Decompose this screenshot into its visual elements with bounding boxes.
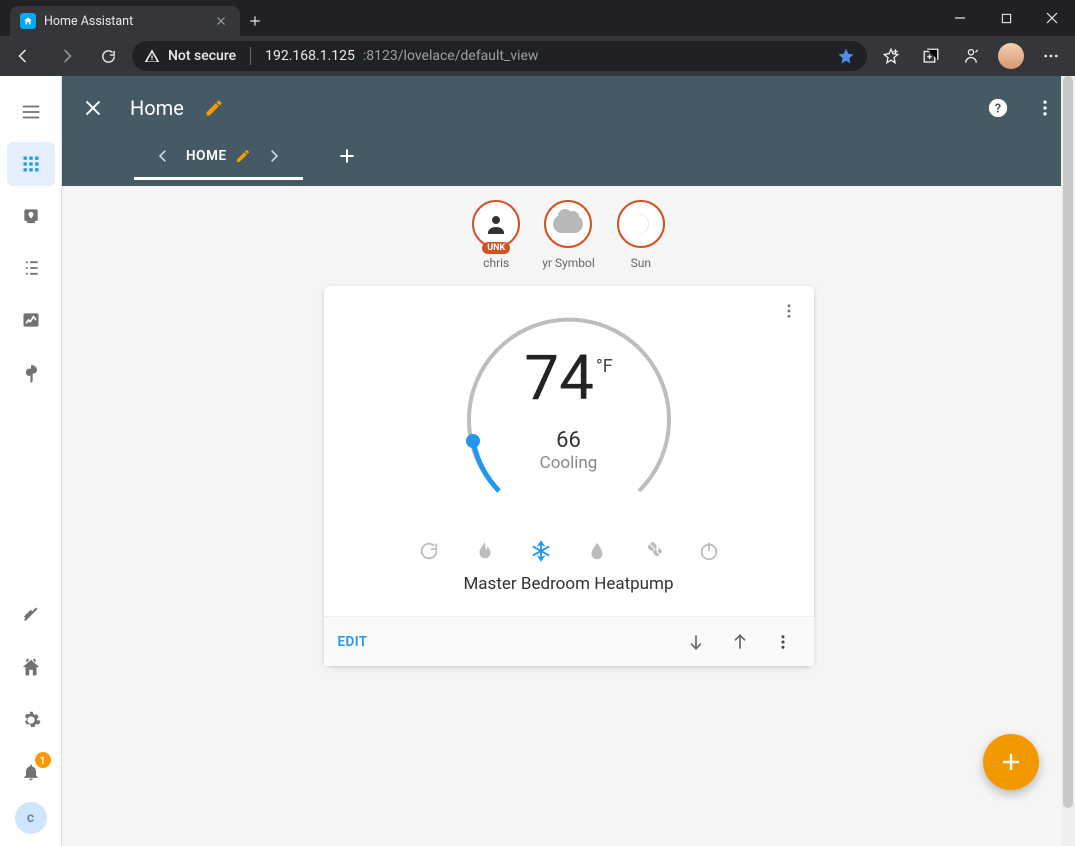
mode-dry-button[interactable]	[582, 536, 612, 566]
browser-refresh-button[interactable]	[90, 40, 126, 72]
appbar-menu-button[interactable]	[1027, 89, 1063, 127]
card-overflow-button[interactable]	[766, 625, 800, 659]
browser-back-button[interactable]	[6, 40, 42, 72]
sidebar-item-logbook[interactable]	[7, 246, 55, 290]
browser-forward-button[interactable]	[48, 40, 84, 72]
mode-cool-button[interactable]	[526, 536, 556, 566]
page-title: Home	[130, 96, 184, 120]
move-card-down-button[interactable]	[678, 624, 714, 660]
badge-chip: UNK	[482, 242, 510, 254]
sidebar-profile-chip[interactable]: c	[15, 802, 47, 834]
sidebar-item-map[interactable]	[7, 194, 55, 238]
extensions-icon[interactable]	[953, 40, 989, 72]
edit-title-button[interactable]	[196, 90, 232, 126]
svg-text:?: ?	[995, 102, 1001, 117]
not-secure-icon	[144, 48, 160, 64]
window-close-button[interactable]	[1029, 0, 1075, 36]
thermostat-card: 74°F 66 Cooling Master Bedroom Heatpum	[324, 286, 814, 666]
edit-view-button[interactable]	[235, 148, 251, 164]
card-footer: EDIT	[324, 616, 814, 666]
sidebar-item-notifications[interactable]: 1	[7, 750, 55, 794]
thermostat-device-name: Master Bedroom Heatpump	[463, 574, 673, 594]
badge-label: chris	[483, 256, 509, 270]
favicon-icon	[20, 13, 36, 29]
window-maximize-button[interactable]	[983, 0, 1029, 36]
browser-profile-avatar[interactable]	[993, 40, 1029, 72]
sidebar-item-configuration[interactable]	[7, 698, 55, 742]
notification-badge: 1	[35, 752, 51, 768]
badge-label: Sun	[631, 256, 651, 270]
help-button[interactable]: ?	[979, 89, 1017, 127]
tab-close-button[interactable]	[212, 12, 230, 30]
browser-omnibox[interactable]: Not secure 192.168.1.125 :8123/lovelace/d…	[132, 41, 867, 71]
sidebar-item-devtools[interactable]	[7, 350, 55, 394]
mode-auto-button[interactable]	[414, 536, 444, 566]
add-view-button[interactable]	[325, 140, 369, 172]
app-root: 1 c Home ? HOME	[0, 76, 1075, 846]
sidebar-item-history[interactable]	[7, 298, 55, 342]
thermostat-gauge[interactable]: 74°F 66 Cooling	[444, 306, 694, 526]
content-area: Home ? HOME	[62, 76, 1075, 846]
sidebar-rail: 1 c	[0, 76, 62, 846]
badge-label: yr Symbol	[542, 256, 595, 270]
badge-weather[interactable]: yr Symbol	[542, 200, 595, 270]
sidebar-item-hacs[interactable]	[7, 594, 55, 638]
close-editor-button[interactable]	[74, 89, 112, 127]
hvac-mode-label: Cooling	[524, 453, 612, 473]
browser-tab-title: Home Assistant	[44, 14, 133, 29]
sidebar-menu-toggle[interactable]	[7, 90, 55, 134]
view-tab-label: HOME	[186, 148, 227, 164]
favorites-icon[interactable]	[873, 40, 909, 72]
view-tab-home[interactable]: HOME	[134, 132, 303, 180]
dashboard-canvas: UNK chris yr Symbol Sun	[62, 186, 1075, 706]
security-label: Not secure	[168, 48, 236, 64]
sidebar-item-overview[interactable]	[7, 142, 55, 186]
cloud-icon	[553, 215, 583, 233]
vertical-scrollbar[interactable]	[1061, 76, 1075, 846]
mode-fan-button[interactable]	[638, 536, 668, 566]
collections-icon[interactable]	[913, 40, 949, 72]
hvac-mode-row	[414, 536, 724, 566]
moon-icon	[628, 211, 654, 237]
mode-heat-button[interactable]	[470, 536, 500, 566]
badge-sun[interactable]: Sun	[617, 200, 665, 270]
person-icon	[484, 212, 508, 236]
current-temperature: 74	[524, 342, 594, 415]
sidebar-item-supervisor[interactable]	[7, 646, 55, 690]
mode-off-button[interactable]	[694, 536, 724, 566]
profile-initial: c	[27, 810, 34, 826]
browser-menu-button[interactable]	[1033, 40, 1069, 72]
view-next-button[interactable]	[259, 142, 287, 170]
window-controls	[937, 0, 1075, 36]
view-prev-button[interactable]	[150, 142, 178, 170]
new-tab-button[interactable]	[240, 6, 270, 36]
browser-tab[interactable]: Home Assistant	[10, 6, 240, 36]
card-menu-button[interactable]	[774, 296, 804, 326]
url-path: :8123/lovelace/default_view	[363, 48, 539, 64]
browser-address-bar: Not secure 192.168.1.125 :8123/lovelace/d…	[0, 36, 1075, 76]
omnibox-divider	[250, 47, 251, 65]
bookmark-star-icon[interactable]	[837, 47, 855, 65]
window-minimize-button[interactable]	[937, 0, 983, 36]
temperature-unit: °F	[596, 356, 613, 377]
scrollbar-thumb[interactable]	[1063, 76, 1073, 808]
add-card-fab[interactable]	[983, 734, 1039, 790]
edit-card-button[interactable]: EDIT	[338, 634, 368, 650]
url-host: 192.168.1.125	[265, 48, 355, 64]
browser-titlebar: Home Assistant	[0, 0, 1075, 36]
badge-chris[interactable]: UNK chris	[472, 200, 520, 270]
appbar: Home ? HOME	[62, 76, 1075, 186]
setpoint-temperature: 66	[524, 428, 612, 453]
badge-row: UNK chris yr Symbol Sun	[472, 200, 665, 270]
move-card-up-button[interactable]	[722, 624, 758, 660]
